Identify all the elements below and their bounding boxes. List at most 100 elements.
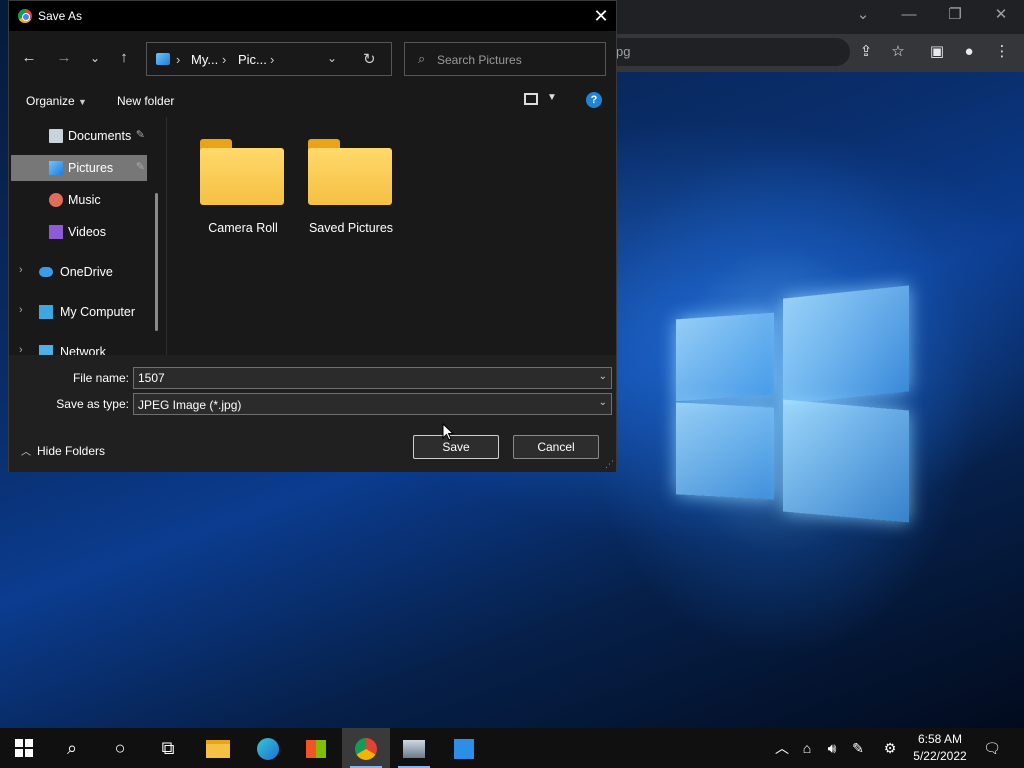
nav-item-documents[interactable]: Documents ✎ <box>11 123 147 149</box>
navigation-row: ← → ⌄ ↑ › My... › Pic... › ⌄ ↻ ⌕ <box>9 31 616 83</box>
hide-folders-button[interactable]: ︿ Hide Folders <box>21 443 105 458</box>
computer-icon <box>39 305 53 319</box>
address-bar[interactable]: pg <box>600 38 850 66</box>
mouse-cursor <box>442 422 455 444</box>
clock-date: 5/22/2022 <box>913 749 967 763</box>
close-button[interactable]: ✕ <box>586 1 616 31</box>
organize-button[interactable]: Organize ▼ <box>26 94 87 108</box>
clock[interactable]: 6:58 AM 5/22/2022 <box>905 731 975 765</box>
chevron-right-icon[interactable]: › <box>19 344 23 355</box>
pin-icon[interactable]: ✎ <box>136 128 145 141</box>
caret-down-icon[interactable]: ▼ <box>547 92 557 103</box>
menu-icon[interactable]: ⋮ <box>990 40 1014 64</box>
chevron-right-icon[interactable]: › <box>19 264 23 276</box>
chrome-icon[interactable] <box>342 728 390 768</box>
search-box[interactable]: ⌕ <box>404 42 606 76</box>
caret-down-icon: ▼ <box>78 97 87 107</box>
file-explorer-icon[interactable] <box>194 728 242 768</box>
help-icon[interactable]: ? <box>586 92 602 108</box>
nav-item-videos[interactable]: Videos <box>11 219 147 245</box>
recent-locations-icon[interactable]: ⌄ <box>85 48 105 68</box>
file-name-input[interactable] <box>138 370 578 386</box>
pin-icon[interactable]: ✎ <box>136 160 145 173</box>
save-button[interactable]: Save <box>413 435 499 459</box>
pictures-icon <box>49 161 63 175</box>
save-type-label: Save as type: <box>56 397 129 411</box>
nav-item-label: OneDrive <box>60 265 113 279</box>
start-icon[interactable] <box>0 728 48 768</box>
volume-icon[interactable]: 🔊︎ <box>820 728 844 768</box>
app-icon-2[interactable] <box>440 728 488 768</box>
videos-icon <box>49 225 63 239</box>
network-icon <box>39 345 53 355</box>
settings-icon[interactable]: ⚙ <box>878 728 902 768</box>
view-icon[interactable] <box>524 93 538 105</box>
nav-item-onedrive[interactable]: › OneDrive <box>11 259 147 285</box>
chevron-right-icon[interactable]: › <box>19 304 23 316</box>
up-arrow-icon[interactable]: ↑ <box>114 48 134 68</box>
profile-icon[interactable]: ● <box>957 40 981 64</box>
cortana-icon[interactable]: ○ <box>96 728 144 768</box>
close-icon[interactable]: ✕ <box>978 2 1024 28</box>
restore-icon[interactable]: ❐ <box>932 2 978 28</box>
chevron-down-icon[interactable]: ⌄ <box>599 397 607 408</box>
nav-item-pictures[interactable]: Pictures ✎ <box>11 155 147 181</box>
notification-icon[interactable]: 🗨︎ <box>980 728 1004 768</box>
windows-logo-pane <box>676 312 774 402</box>
chevron-down-icon[interactable]: ⌄ <box>599 371 607 382</box>
task-view-icon[interactable]: ⧉ <box>144 728 192 768</box>
folder-icon <box>200 148 284 205</box>
file-list: Camera Roll Saved Pictures <box>167 117 616 355</box>
cloud-icon <box>39 267 53 277</box>
chevron-right-icon[interactable]: › <box>270 52 274 67</box>
store-icon[interactable] <box>292 728 340 768</box>
dialog-title: Save As <box>38 9 83 23</box>
chevron-down-icon[interactable]: ⌄ <box>840 2 886 28</box>
folder-item[interactable]: Saved Pictures <box>291 137 395 247</box>
scrollbar[interactable] <box>155 193 158 331</box>
taskbar: ⌕ ○ ⧉ ︿ ⌂ 🔊︎ ✎ ⚙ 6:58 AM 5/22/2022 🗨︎ <box>0 728 1024 768</box>
share-icon[interactable]: ⇪ <box>854 40 878 64</box>
chevron-right-icon: › <box>222 52 227 67</box>
nav-item-network[interactable]: › Network <box>11 339 147 355</box>
browser-toolbar: pg ⇪ ☆ ▣ ● ⋮ <box>600 34 1024 72</box>
minimize-icon[interactable]: — <box>886 2 932 28</box>
dialog-titlebar: Save As ✕ <box>9 1 616 31</box>
nav-item-label: Music <box>68 193 101 207</box>
nav-item-my-computer[interactable]: › My Computer <box>11 299 147 325</box>
chevron-down-icon[interactable]: ⌄ <box>327 51 337 65</box>
cancel-button[interactable]: Cancel <box>513 435 599 459</box>
nav-item-label: My Computer <box>60 305 136 319</box>
edge-icon[interactable] <box>244 728 292 768</box>
save-options: File name: ⌄ Save as type: JPEG Image (*… <box>9 355 616 472</box>
search-icon: ⌕ <box>418 51 426 66</box>
back-arrow-icon[interactable]: ← <box>19 48 39 68</box>
resize-grip[interactable]: ⋰ <box>605 459 614 470</box>
chevron-up-icon[interactable]: ︿ <box>770 728 794 768</box>
new-folder-button[interactable]: New folder <box>117 94 174 108</box>
folder-item[interactable]: Camera Roll <box>183 137 287 247</box>
network-icon[interactable]: ⌂ <box>795 728 819 768</box>
search-icon[interactable]: ⌕ <box>48 728 96 768</box>
save-as-dialog: Save As ✕ ← → ⌄ ↑ › My... › Pic... › ⌄ ↻… <box>8 0 617 472</box>
breadcrumb[interactable]: › My... › Pic... › ⌄ ↻ <box>146 42 392 76</box>
windows-logo-pane <box>783 399 909 523</box>
folder-icon <box>308 148 392 205</box>
star-icon[interactable]: ☆ <box>886 40 910 64</box>
command-bar: Organize ▼ New folder ▼ ? <box>9 83 616 117</box>
search-input[interactable] <box>437 50 597 70</box>
app-icon[interactable] <box>390 728 438 768</box>
folder-name: Camera Roll <box>208 221 278 235</box>
sidepanel-icon[interactable]: ▣ <box>925 40 949 64</box>
save-type-select[interactable]: JPEG Image (*.jpg) ⌄ <box>133 393 612 415</box>
organize-label: Organize <box>26 94 75 108</box>
breadcrumb-item[interactable]: My... <box>191 52 218 67</box>
nav-item-music[interactable]: Music <box>11 187 147 213</box>
file-name-field[interactable]: ⌄ <box>133 367 612 389</box>
nav-item-label: Network <box>60 345 106 355</box>
save-type-value: JPEG Image (*.jpg) <box>138 398 242 412</box>
refresh-icon[interactable]: ↻ <box>363 50 376 68</box>
pen-icon[interactable]: ✎ <box>846 728 870 768</box>
breadcrumb-item[interactable]: Pic... <box>238 52 267 67</box>
forward-arrow-icon[interactable]: → <box>54 48 74 68</box>
